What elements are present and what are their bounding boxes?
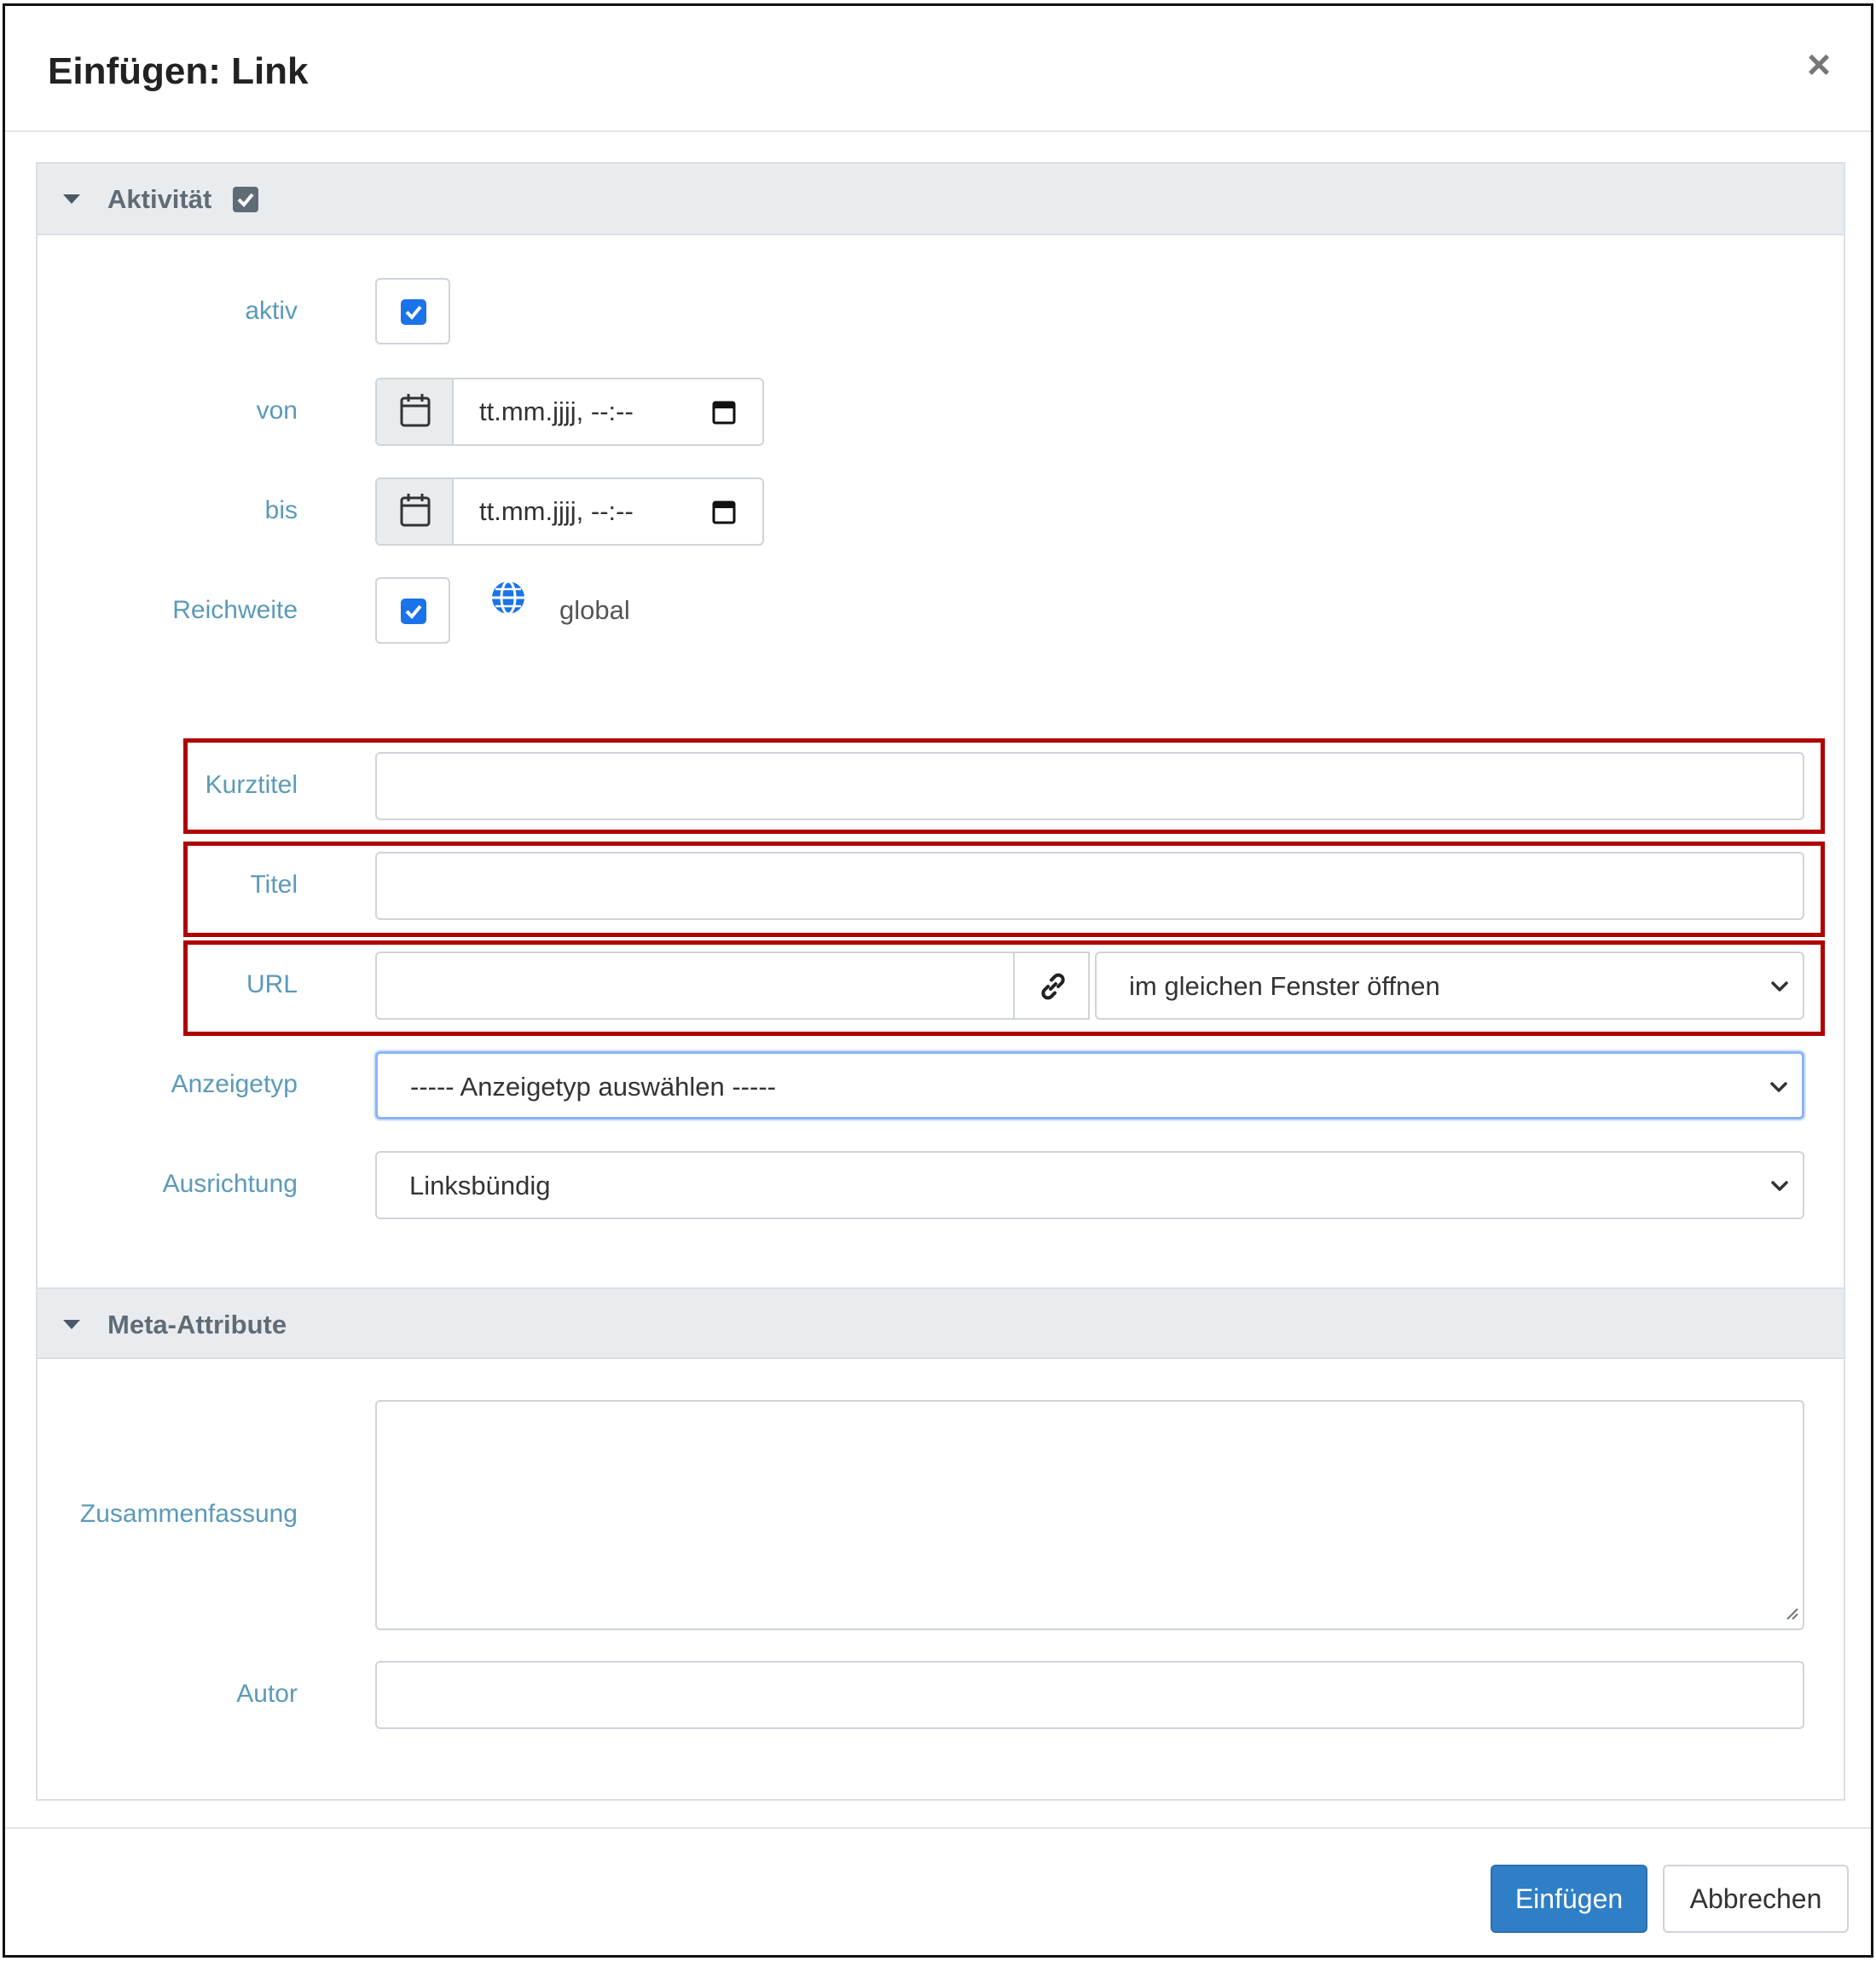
footer-divider xyxy=(5,1827,1871,1829)
reichweite-checkbox[interactable] xyxy=(401,599,426,624)
dialog-title: Einfügen: Link xyxy=(48,50,309,92)
close-button[interactable]: × xyxy=(1799,45,1838,88)
label-von: von xyxy=(256,396,298,425)
dialog-header: Einfügen: Link × xyxy=(5,6,1871,132)
von-date-value: tt.mm.jjjj, --:-- xyxy=(479,396,634,426)
date-picker-icon[interactable] xyxy=(711,498,737,529)
label-aktiv: aktiv xyxy=(245,297,298,325)
caret-down-icon xyxy=(63,1320,80,1329)
zusammenfassung-textarea[interactable] xyxy=(375,1400,1804,1630)
insert-link-dialog: Einfügen: Link × Aktivität aktiv von tt.… xyxy=(3,3,1873,1958)
checkbox-checked-icon xyxy=(233,187,258,212)
label-anzeigetyp: Anzeigetyp xyxy=(171,1070,298,1098)
section-header-activity[interactable]: Aktivität xyxy=(38,164,1844,235)
bis-date-input[interactable]: tt.mm.jjjj, --:-- xyxy=(375,477,764,546)
autor-input[interactable] xyxy=(375,1661,1804,1729)
highlight-box-kurztitel xyxy=(183,738,1825,834)
calendar-icon xyxy=(377,479,454,544)
calendar-icon xyxy=(377,379,454,444)
label-autor: Autor xyxy=(236,1680,298,1708)
date-picker-icon[interactable] xyxy=(711,398,737,430)
resize-handle-icon[interactable] xyxy=(1784,1605,1799,1625)
ausrichtung-value: Linksbündig xyxy=(409,1171,551,1200)
bis-date-value: tt.mm.jjjj, --:-- xyxy=(479,496,634,526)
anzeigetyp-select[interactable]: ----- Anzeigetyp auswählen ----- xyxy=(375,1051,1804,1119)
section-title-activity: Aktivität xyxy=(107,184,212,214)
chevron-down-icon xyxy=(1768,1076,1790,1102)
label-ausrichtung: Ausrichtung xyxy=(162,1170,298,1198)
caret-down-icon xyxy=(63,194,80,204)
ausrichtung-select[interactable]: Linksbündig xyxy=(375,1151,1804,1219)
aktiv-checkbox[interactable] xyxy=(401,299,426,325)
highlight-box-url xyxy=(183,940,1825,1036)
scope-value: global xyxy=(559,595,630,625)
insert-button[interactable]: Einfügen xyxy=(1491,1865,1647,1933)
highlight-box-titel xyxy=(183,842,1825,937)
chevron-down-icon xyxy=(1769,1175,1791,1201)
cancel-button[interactable]: Abbrechen xyxy=(1663,1865,1849,1933)
anzeigetyp-value: ----- Anzeigetyp auswählen ----- xyxy=(410,1072,776,1102)
label-reichweite: Reichweite xyxy=(172,596,298,624)
label-bis: bis xyxy=(264,496,298,524)
label-zusammenfassung: Zusammenfassung xyxy=(79,1500,298,1528)
von-date-input[interactable]: tt.mm.jjjj, --:-- xyxy=(375,378,764,446)
form-panel: Aktivität aktiv von tt.mm.jjjj, --:-- bi… xyxy=(36,162,1845,1801)
aktiv-checkbox-wrapper xyxy=(375,278,450,344)
globe-icon xyxy=(489,579,527,621)
section-header-meta[interactable]: Meta-Attribute xyxy=(38,1287,1844,1359)
section-title-meta: Meta-Attribute xyxy=(107,1310,287,1339)
reichweite-checkbox-wrapper xyxy=(375,577,450,644)
